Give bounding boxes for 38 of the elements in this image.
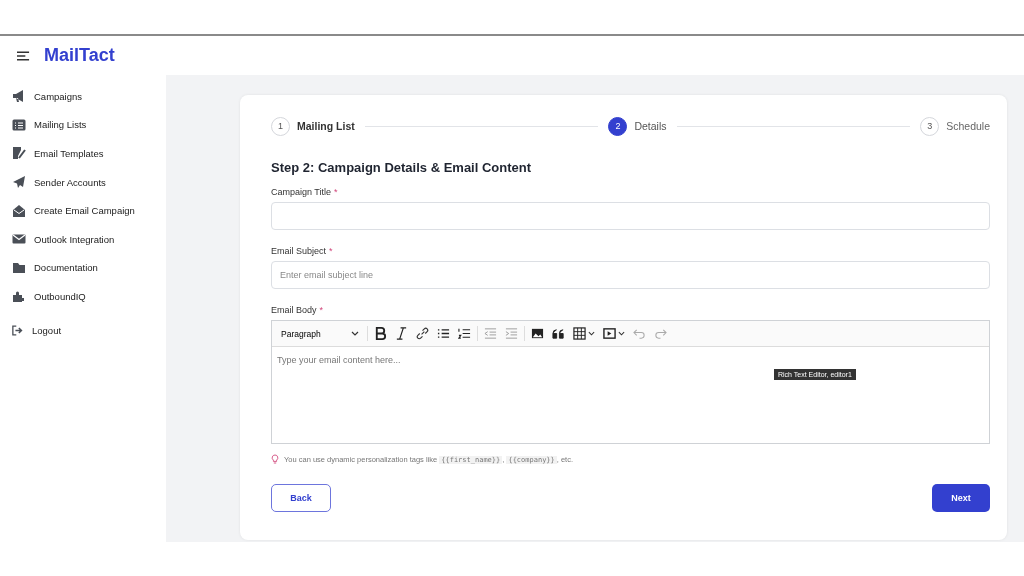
form-heading: Step 2: Campaign Details & Email Content	[271, 160, 533, 175]
step-label: Mailing List	[297, 120, 355, 132]
paper-plane-icon	[12, 175, 26, 190]
envelope-icon	[12, 232, 26, 247]
folder-icon	[12, 260, 26, 275]
step-label: Schedule	[946, 120, 990, 132]
required-mark: *	[329, 246, 333, 256]
lightbulb-icon	[271, 454, 279, 464]
step-label: Details	[634, 120, 667, 132]
logout-icon	[12, 324, 24, 336]
template-icon	[12, 146, 26, 161]
input-field[interactable]: Enter email subject line	[271, 261, 990, 289]
back-button[interactable]: Back	[271, 484, 331, 512]
puzzle-icon	[12, 289, 26, 304]
sidebar-item[interactable]: Sender Accounts	[0, 167, 166, 197]
required-mark: *	[319, 305, 324, 315]
field-label: Email Body	[271, 305, 317, 315]
sidebar-item[interactable]: Outlook Integration	[0, 224, 166, 254]
brand-logo[interactable]: MailTact	[44, 45, 115, 66]
sidebar-item[interactable]: Documentation	[0, 253, 166, 283]
step-number: 2	[608, 116, 628, 136]
list-icon	[12, 117, 26, 132]
chevron-icon	[351, 331, 359, 336]
paragraph-dropdown[interactable]: Paragraph	[275, 328, 365, 339]
open-envelope-icon	[12, 203, 26, 218]
field-label: Campaign Title	[271, 187, 332, 197]
sidebar-item[interactable]: Create Email Campaign	[0, 196, 166, 225]
sidebar-item[interactable]: Mailing Lists	[0, 110, 166, 140]
required-mark: *	[334, 187, 338, 197]
menu-icon[interactable]	[17, 50, 30, 61]
next-button[interactable]: Next	[932, 484, 990, 512]
sidebar-item[interactable]: Email Templates	[0, 139, 166, 168]
sidebar-item[interactable]: OutboundIQ	[0, 282, 166, 311]
placeholder-text: Type your email content here...	[277, 355, 401, 365]
field-label: Email Subject	[271, 246, 327, 256]
megaphone-icon	[12, 89, 26, 104]
logout-link[interactable]: Logout	[0, 315, 166, 345]
sidebar-item[interactable]: Campaigns	[0, 82, 166, 111]
